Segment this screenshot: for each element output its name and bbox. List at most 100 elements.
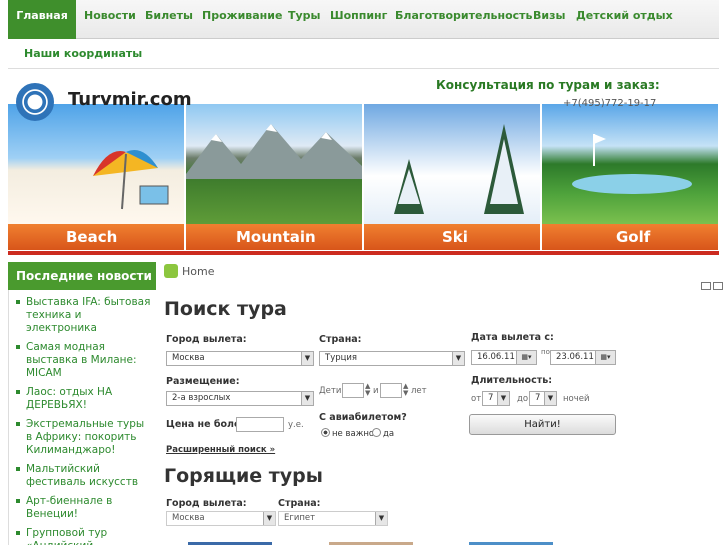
date-to-value: 23.06.11 xyxy=(556,352,594,362)
news-list: Выставка IFA: бытовая техника и электрон… xyxy=(8,290,156,545)
children-years: лет xyxy=(411,386,427,396)
site-header: Turvmir.com Консультация по турам и зака… xyxy=(8,69,719,255)
nav-item-news[interactable]: Новости xyxy=(84,0,136,39)
stepper-arrows-icon[interactable]: ▲ ▼ xyxy=(365,383,370,397)
golf-image xyxy=(542,104,718,224)
price-input[interactable] xyxy=(236,417,284,432)
news-item[interactable]: Экстремальные туры в Африку: покорить Ки… xyxy=(9,418,156,457)
news-item[interactable]: Мальтийский фестиваль искусств xyxy=(9,463,156,489)
chevron-down-icon: ▼ xyxy=(375,512,387,525)
children-age-1-input[interactable] xyxy=(342,383,364,398)
news-item[interactable]: Выставка IFA: бытовая техника и электрон… xyxy=(9,296,156,335)
banner-mountain[interactable]: Mountain xyxy=(186,104,362,250)
news-item[interactable]: Групповой тур «Андийский экспресс» xyxy=(9,527,156,545)
nav-item-tours[interactable]: Туры xyxy=(288,0,321,39)
hot-country-select[interactable]: Египет ▼ xyxy=(278,511,388,526)
children-label: Дети: xyxy=(319,386,345,396)
radio-icon[interactable] xyxy=(372,428,381,437)
nav-item-accommodation[interactable]: Проживание xyxy=(202,0,282,39)
hot-city-label: Город вылета: xyxy=(166,498,247,509)
nav-item-charity[interactable]: Благотворительность xyxy=(395,0,533,39)
news-item[interactable]: Лаос: отдых НА ДЕРЕВЬЯХ! xyxy=(9,386,156,412)
banner-ski[interactable]: Ski xyxy=(364,104,540,250)
duration-to-value: 7 xyxy=(535,393,541,403)
chevron-down-icon: ▼ xyxy=(497,392,509,405)
news-item[interactable]: Самая модная выставка в Милане: MICAM xyxy=(9,341,156,380)
country-select[interactable]: Турция ▼ xyxy=(319,351,465,366)
snow-trees-icon xyxy=(394,124,524,214)
advanced-search-link[interactable]: Расширенный поиск » xyxy=(166,445,275,455)
accommodation-label: Размещение: xyxy=(166,376,240,387)
price-unit: у.е. xyxy=(288,420,304,430)
hot-country-label: Страна: xyxy=(278,498,321,509)
search-submit-button[interactable]: Найти! xyxy=(469,414,616,435)
ticket-option-yes[interactable]: да xyxy=(372,428,394,439)
page-tools xyxy=(699,280,723,290)
nav-item-kids[interactable]: Детский отдых xyxy=(576,0,673,39)
duration-from-label: от xyxy=(471,394,482,404)
duration-to-select[interactable]: 7 ▼ xyxy=(529,391,557,406)
date-to-label: по xyxy=(541,348,550,356)
date-from-input[interactable]: 16.06.11 ▦▾ xyxy=(471,350,537,365)
duration-label: Длительность: xyxy=(471,375,553,386)
stepper-arrows-icon[interactable]: ▲ ▼ xyxy=(403,383,408,397)
secondary-navigation: Наши координаты xyxy=(8,39,719,69)
children-and: и xyxy=(373,386,379,396)
ski-image xyxy=(364,104,540,224)
hot-country-select-value: Египет xyxy=(284,513,316,523)
hot-tours-title: Горящие туры xyxy=(164,465,323,487)
banner-beach-label: Beach xyxy=(8,224,184,250)
duration-from-select[interactable]: 7 ▼ xyxy=(482,391,510,406)
banner-golf[interactable]: Golf xyxy=(542,104,718,250)
golf-flag-icon xyxy=(572,134,692,194)
chevron-down-icon: ▼ xyxy=(263,512,275,525)
phone-number: +7(495)772-19-17 xyxy=(563,98,657,109)
date-from-value: 16.06.11 xyxy=(477,352,515,362)
print-icon[interactable] xyxy=(701,282,711,290)
ticket-option-yes-label: да xyxy=(383,429,395,439)
main-content: Home Поиск тура Город вылета: Москва ▼ С… xyxy=(164,262,727,545)
city-label: Город вылета: xyxy=(166,334,247,345)
chevron-down-icon: ▼ xyxy=(544,392,556,405)
banner-ski-label: Ski xyxy=(364,224,540,250)
nav-item-tickets[interactable]: Билеты xyxy=(145,0,193,39)
breadcrumb: Home xyxy=(164,264,214,278)
search-title: Поиск тура xyxy=(164,298,287,320)
banner-beach[interactable]: Beach xyxy=(8,104,184,250)
mountain-image xyxy=(186,104,362,224)
nav-item-visas[interactable]: Визы xyxy=(533,0,565,39)
radio-selected-icon[interactable] xyxy=(321,428,330,437)
news-item[interactable]: Арт-биеннале в Венеции! xyxy=(9,495,156,521)
duration-from-value: 7 xyxy=(488,393,494,403)
nav-item-contacts[interactable]: Наши координаты xyxy=(24,47,142,60)
chevron-down-icon: ▼ xyxy=(301,352,313,365)
date-label: Дата вылета с: xyxy=(471,332,554,343)
calendar-icon[interactable]: ▦▾ xyxy=(516,351,536,364)
country-label: Страна: xyxy=(319,334,362,345)
hot-city-select[interactable]: Москва ▼ xyxy=(166,511,276,526)
date-to-input[interactable]: 23.06.11 ▦▾ xyxy=(550,350,616,365)
breadcrumb-home[interactable]: Home xyxy=(182,265,214,278)
ticket-option-any[interactable]: не важно xyxy=(321,428,374,439)
duration-to-label: до xyxy=(517,394,529,404)
nav-item-shopping[interactable]: Шоппинг xyxy=(330,0,387,39)
main-navigation: Главная Новости Билеты Проживание Туры Ш… xyxy=(8,0,719,39)
header-divider xyxy=(8,251,719,255)
palm-icon xyxy=(164,264,178,278)
accommodation-select[interactable]: 2-а взрослых ▼ xyxy=(166,391,314,406)
calendar-icon[interactable]: ▦▾ xyxy=(595,351,615,364)
country-select-value: Турция xyxy=(325,353,358,363)
email-icon[interactable] xyxy=(713,282,723,290)
banner-panels: Beach Mountain Ski Golf xyxy=(8,104,719,250)
ticket-label: С авиабилетом? xyxy=(319,412,407,423)
chevron-down-icon: ▼ xyxy=(452,352,464,365)
children-age-2-input[interactable] xyxy=(380,383,402,398)
duration-unit: ночей xyxy=(563,394,590,404)
city-select[interactable]: Москва ▼ xyxy=(166,351,314,366)
site-logo[interactable]: Turvmir.com xyxy=(16,83,196,123)
nav-item-home[interactable]: Главная xyxy=(8,0,76,39)
logo-text: Turvmir.com xyxy=(68,89,192,110)
hot-city-select-value: Москва xyxy=(172,513,205,523)
accommodation-select-value: 2-а взрослых xyxy=(172,393,231,403)
chevron-down-icon: ▼ xyxy=(301,392,313,405)
